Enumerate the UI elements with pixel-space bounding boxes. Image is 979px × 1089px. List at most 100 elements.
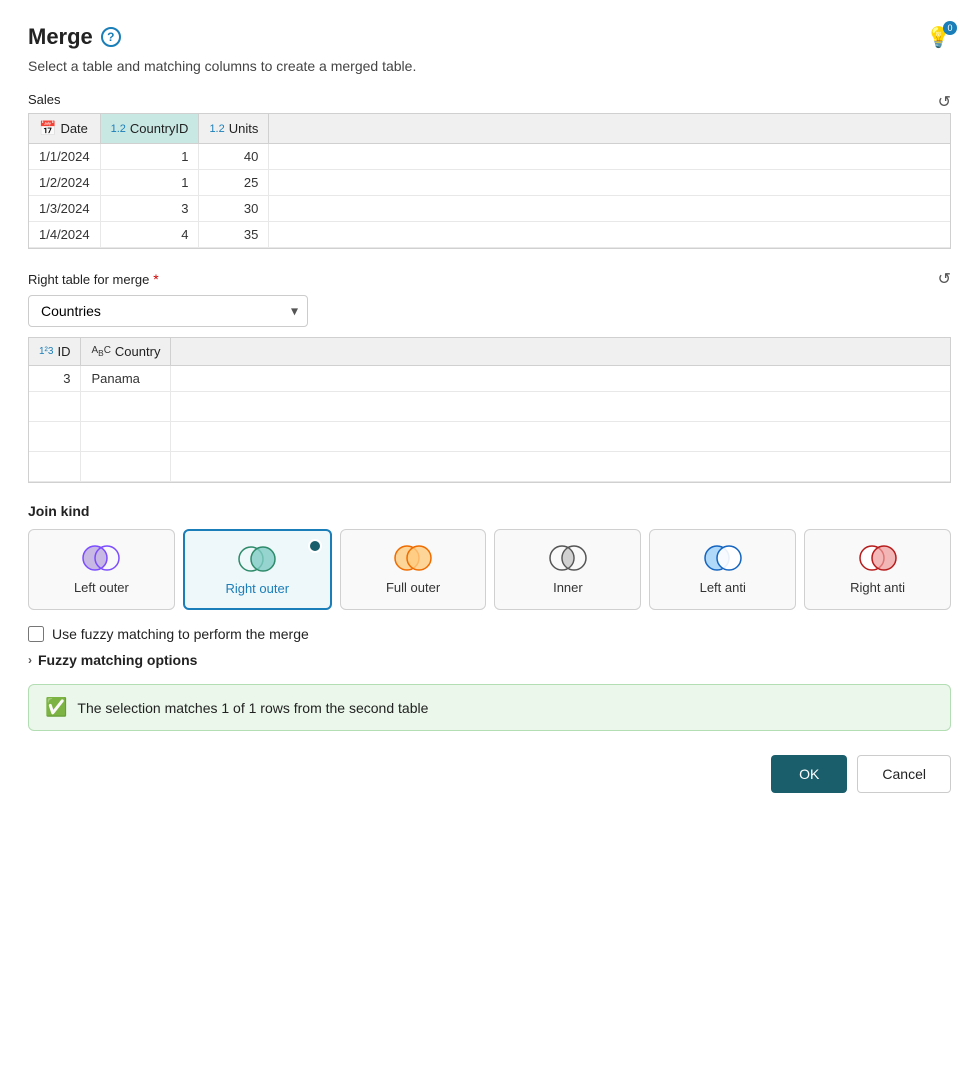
countries-col-id[interactable]: 1²3 ID	[29, 338, 81, 366]
sales-countryid-1: 1	[100, 144, 199, 170]
sales-empty-3	[269, 196, 950, 222]
page-title: Merge	[28, 24, 93, 50]
sales-units-2: 25	[199, 170, 269, 196]
empty-cell	[29, 422, 81, 452]
sales-section: Sales ↺	[28, 92, 951, 113]
empty-cell	[29, 452, 81, 482]
fuzzy-section: Use fuzzy matching to perform the merge …	[28, 626, 951, 668]
full-outer-venn-icon	[391, 544, 435, 572]
countries-table: 1²3 ID ABC Country 3 Pa	[29, 338, 950, 482]
empty-cell	[81, 422, 171, 452]
sales-date-4: 1/4/2024	[29, 222, 100, 248]
sales-date-3: 1/3/2024	[29, 196, 100, 222]
join-cards-container: Left outer Right outer Full outer	[28, 529, 951, 610]
cancel-button[interactable]: Cancel	[857, 755, 951, 793]
right-table-refresh-icon[interactable]: ↺	[938, 269, 951, 289]
sales-date-1: 1/1/2024	[29, 144, 100, 170]
required-marker: *	[153, 271, 158, 287]
empty-cell	[81, 392, 171, 422]
fuzzy-checkbox-row: Use fuzzy matching to perform the merge	[28, 626, 951, 642]
selected-dot	[308, 539, 322, 553]
inner-venn-icon	[546, 544, 590, 572]
sales-date-2: 1/2/2024	[29, 170, 100, 196]
left-anti-venn-icon	[701, 544, 745, 572]
fuzzy-options-toggle[interactable]: › Fuzzy matching options	[28, 652, 951, 668]
empty-cell	[171, 392, 950, 422]
bulb-icon-wrapper[interactable]: 💡 0	[926, 25, 951, 50]
join-card-full-outer[interactable]: Full outer	[340, 529, 487, 610]
bulb-badge: 0	[943, 21, 957, 35]
table-row: 1/1/2024 1 40	[29, 144, 950, 170]
sales-label: Sales	[28, 92, 61, 107]
table-row: 1/4/2024 4 35	[29, 222, 950, 248]
empty-cell	[29, 392, 81, 422]
sales-refresh-icon[interactable]: ↺	[938, 92, 951, 112]
fuzzy-checkbox[interactable]	[28, 626, 44, 642]
sales-col-empty	[269, 114, 950, 144]
sales-units-3: 30	[199, 196, 269, 222]
footer-buttons: OK Cancel	[28, 755, 951, 793]
countries-country-1: Panama	[81, 366, 171, 392]
join-card-left-anti[interactable]: Left anti	[649, 529, 796, 610]
table-row: 1/2/2024 1 25	[29, 170, 950, 196]
sales-col-date[interactable]: 📅 Date	[29, 114, 100, 144]
ok-button[interactable]: OK	[771, 755, 847, 793]
left-anti-label: Left anti	[700, 580, 746, 595]
join-card-left-outer[interactable]: Left outer	[28, 529, 175, 610]
countries-col-empty	[171, 338, 950, 366]
sales-col-countryid[interactable]: 1.2 CountryID	[100, 114, 199, 144]
left-outer-label: Left outer	[74, 580, 129, 595]
table-row-empty	[29, 452, 950, 482]
join-kind-section: Join kind Left outer Right outer	[28, 503, 951, 610]
sales-col-units-label: Units	[229, 121, 259, 136]
sales-col-units[interactable]: 1.2 Units	[199, 114, 269, 144]
sales-units-4: 35	[199, 222, 269, 248]
success-check-icon: ✅	[45, 697, 67, 718]
empty-cell	[171, 452, 950, 482]
title-area: Merge ?	[28, 24, 121, 50]
fuzzy-checkbox-label[interactable]: Use fuzzy matching to perform the merge	[52, 626, 309, 642]
sales-empty-1	[269, 144, 950, 170]
page-subtitle: Select a table and matching columns to c…	[28, 58, 951, 74]
inner-label: Inner	[553, 580, 583, 595]
table-row-empty	[29, 392, 950, 422]
countries-table-container: 1²3 ID ABC Country 3 Pa	[28, 337, 951, 483]
sales-table: 📅 Date 1.2 CountryID 1.2 Units	[29, 114, 950, 248]
sales-table-container: 📅 Date 1.2 CountryID 1.2 Units	[28, 113, 951, 249]
page-header: Merge ? 💡 0	[28, 24, 951, 50]
right-anti-label: Right anti	[850, 580, 905, 595]
join-card-right-outer[interactable]: Right outer	[183, 529, 332, 610]
chevron-right-icon: ›	[28, 653, 32, 667]
countries-col-country-label: Country	[115, 344, 161, 359]
success-banner: ✅ The selection matches 1 of 1 rows from…	[28, 684, 951, 731]
table-row: 3 Panama	[29, 366, 950, 392]
help-icon[interactable]: ?	[101, 27, 121, 47]
right-table-dropdown[interactable]: Countries	[28, 295, 308, 327]
right-outer-venn-icon	[235, 545, 279, 573]
full-outer-label: Full outer	[386, 580, 440, 595]
dropdown-row: Countries ▾	[28, 295, 951, 327]
sales-countryid-4: 4	[100, 222, 199, 248]
empty-cell	[171, 422, 950, 452]
countries-id-1: 3	[29, 366, 81, 392]
join-card-inner[interactable]: Inner	[494, 529, 641, 610]
empty-cell	[81, 452, 171, 482]
right-outer-label: Right outer	[225, 581, 289, 596]
sales-col-date-label: Date	[60, 121, 87, 136]
right-table-section: Right table for merge * ↺ Countries ▾ 1²…	[28, 269, 951, 483]
right-table-dropdown-wrapper: Countries ▾	[28, 295, 308, 327]
sales-empty-2	[269, 170, 950, 196]
right-table-label: Right table for merge *	[28, 271, 159, 287]
right-anti-venn-icon	[856, 544, 900, 572]
join-card-right-anti[interactable]: Right anti	[804, 529, 951, 610]
sales-countryid-2: 1	[100, 170, 199, 196]
sales-empty-4	[269, 222, 950, 248]
success-message: The selection matches 1 of 1 rows from t…	[77, 700, 428, 716]
table-row-empty	[29, 422, 950, 452]
countries-col-id-label: ID	[57, 344, 70, 359]
sales-col-countryid-label: CountryID	[130, 121, 189, 136]
countries-col-country[interactable]: ABC Country	[81, 338, 171, 366]
join-kind-label: Join kind	[28, 503, 951, 519]
sales-countryid-3: 3	[100, 196, 199, 222]
left-outer-venn-icon	[79, 544, 123, 572]
